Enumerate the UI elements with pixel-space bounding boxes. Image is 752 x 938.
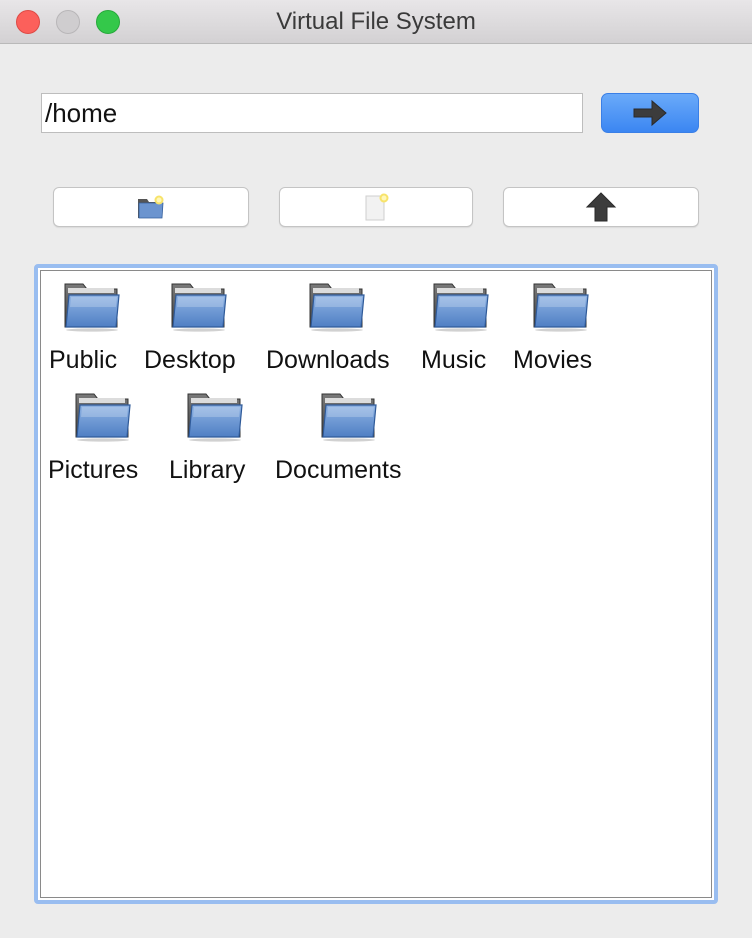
folder-label: Music [421, 346, 487, 374]
new-file-icon [365, 193, 389, 221]
folder-label: Desktop [144, 346, 236, 374]
file-list-view[interactable]: Public Desktop Downloads Music Movies Picture… [34, 264, 718, 904]
folder-label: Downloads [266, 346, 390, 374]
new-file-button[interactable] [279, 187, 473, 227]
folder-label: Public [49, 346, 118, 374]
folder-icon [185, 390, 245, 442]
app-window: Virtual File System Public Desktop Downloa… [0, 0, 752, 938]
window-title: Virtual File System [276, 8, 476, 35]
folder-icon [307, 280, 367, 332]
title-bar[interactable]: Virtual File System [0, 0, 752, 44]
folder-icon [431, 280, 491, 332]
folder-icon [531, 280, 591, 332]
new-folder-button[interactable] [53, 187, 249, 227]
path-input[interactable] [41, 93, 583, 133]
parent-directory-button[interactable] [503, 187, 699, 227]
go-button[interactable] [601, 93, 699, 133]
folder-icon [62, 280, 122, 332]
folder-label: Library [169, 456, 246, 484]
up-arrow-icon [585, 192, 617, 222]
folder-label: Movies [513, 346, 593, 374]
folder-label: Documents [275, 456, 402, 484]
folder-icon [169, 280, 229, 332]
folder-icon [319, 390, 379, 442]
folder-icon [73, 390, 133, 442]
new-folder-icon [138, 195, 164, 219]
folder-label: Pictures [48, 456, 139, 484]
right-arrow-icon [633, 99, 667, 127]
